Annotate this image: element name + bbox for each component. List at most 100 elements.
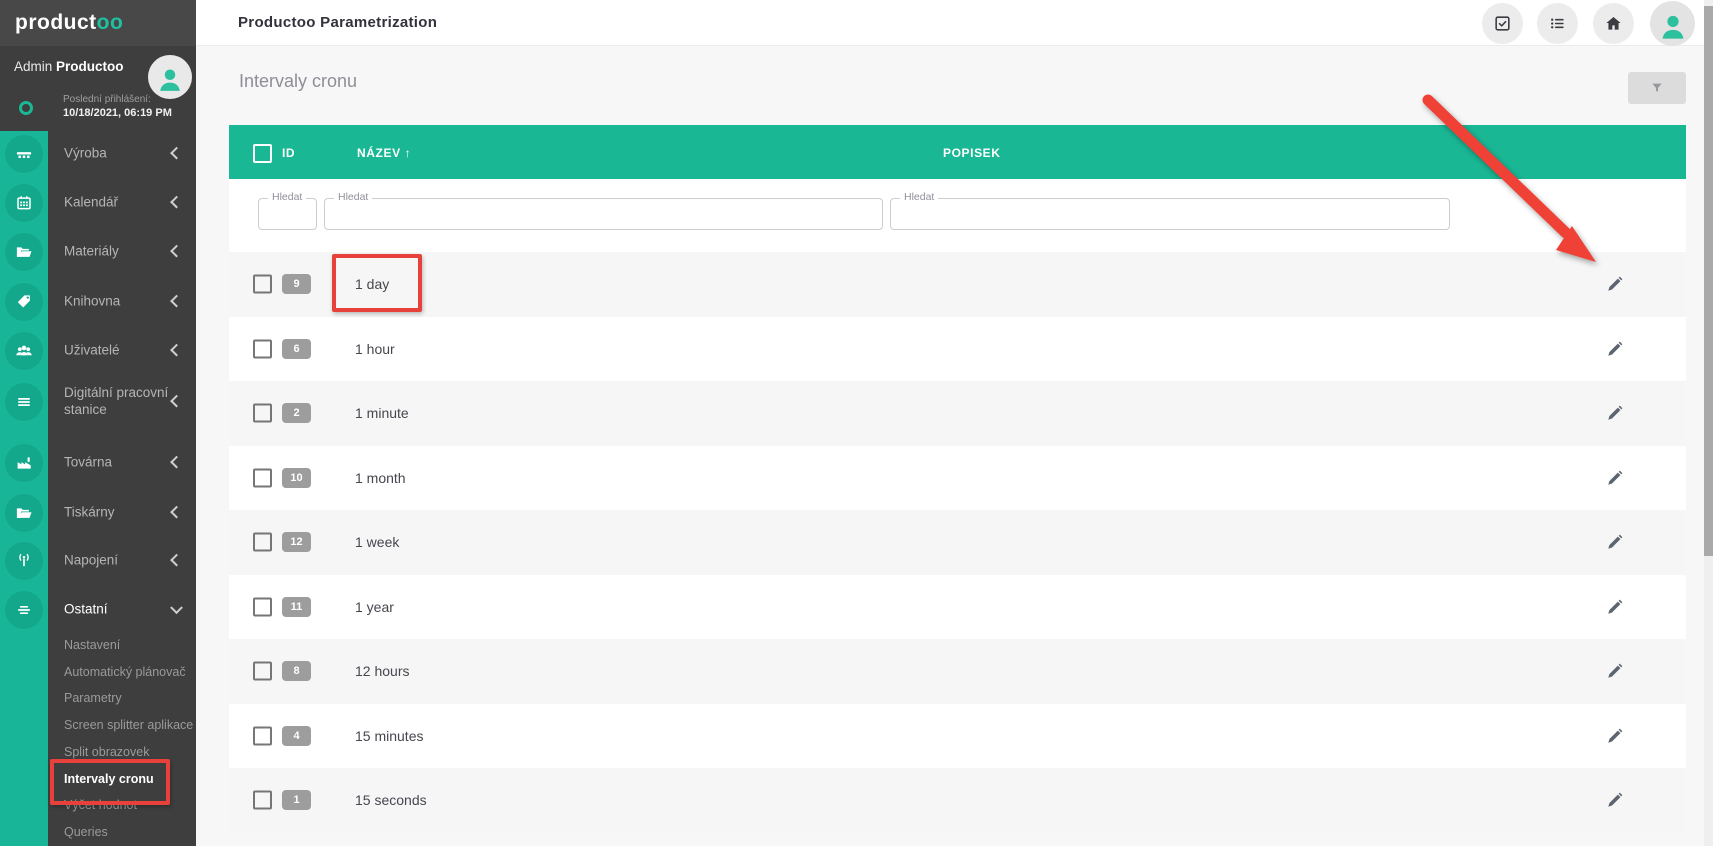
select-all-checkbox[interactable] (253, 144, 272, 163)
column-header-popisek[interactable]: POPISEK (943, 146, 1001, 160)
last-login-label: Poslední přihlášení: (63, 94, 151, 105)
sidebar-item-kalendar[interactable]: Kalendář (0, 183, 196, 223)
sidebar-item-icon-circle[interactable] (5, 383, 43, 421)
lines-icon (15, 393, 33, 411)
logo-text: product (15, 11, 97, 34)
sidebar-item-knihovna[interactable]: Knihovna (0, 282, 196, 322)
row-checkbox[interactable] (253, 468, 272, 487)
sidebar-item-napojeni[interactable]: Napojení (0, 541, 196, 581)
sidebar-item-icon-circle[interactable] (5, 444, 43, 482)
sidebar-item-uzivatele[interactable]: Uživatelé (0, 331, 196, 371)
row-name: 1 day (355, 276, 389, 292)
table-row[interactable]: 4 15 minutes (229, 704, 1686, 769)
vertical-scrollbar[interactable] (1704, 0, 1713, 846)
row-id-badge: 10 (282, 468, 311, 488)
chevron-icon (170, 456, 183, 469)
edit-pencil-icon[interactable] (1606, 340, 1624, 358)
column-header-nazev[interactable]: NÁZEV↑ (357, 146, 411, 160)
sidebar-item-icon-circle[interactable] (5, 494, 43, 532)
search-input-id[interactable] (268, 206, 311, 223)
column-header-id[interactable]: ID (282, 146, 295, 160)
main-content: Productoo Parametrization Intervaly cron… (196, 0, 1713, 846)
table-row[interactable]: 8 12 hours (229, 639, 1686, 704)
sidebar-item-ostatni[interactable]: Ostatní (0, 590, 196, 630)
antenna-icon (15, 552, 33, 570)
table-row[interactable]: 11 1 year (229, 575, 1686, 640)
row-name: 15 seconds (355, 792, 427, 808)
sidebar-subitem-queries[interactable]: Queries (64, 825, 108, 845)
edit-pencil-icon[interactable] (1606, 275, 1624, 293)
edit-pencil-icon[interactable] (1606, 727, 1624, 745)
row-checkbox[interactable] (253, 339, 272, 358)
page-heading: Intervaly cronu (239, 71, 357, 92)
table-row[interactable]: 10 1 month (229, 446, 1686, 511)
edit-pencil-icon[interactable] (1606, 469, 1624, 487)
edit-pencil-icon[interactable] (1606, 662, 1624, 680)
logo-text-accent: oo (97, 11, 124, 34)
table-row[interactable]: 12 1 week (229, 510, 1686, 575)
row-checkbox[interactable] (253, 533, 272, 552)
online-status-dot (19, 101, 33, 115)
sidebar-subitem-v-et-hodnot[interactable]: Výčet hodnot (64, 798, 137, 818)
row-id-badge: 6 (282, 339, 311, 359)
search-input-popisek[interactable] (900, 206, 1444, 223)
list-view-button[interactable] (1537, 3, 1578, 44)
home-button[interactable] (1593, 3, 1634, 44)
sidebar-subitem-automatick-pl-nova-[interactable]: Automatický plánovač (64, 665, 186, 685)
sidebar-item-digitalni-pracovni-stanice[interactable]: Digitální pracovní stanice (0, 382, 196, 422)
sidebar-item-icon-circle[interactable] (5, 542, 43, 580)
sidebar-item-icon-circle[interactable] (5, 135, 43, 173)
row-checkbox[interactable] (253, 404, 272, 423)
tasks-button[interactable] (1482, 3, 1523, 44)
sidebar-subitem-screen-splitter-aplikace[interactable]: Screen splitter aplikace (64, 718, 193, 738)
edit-pencil-icon[interactable] (1606, 598, 1624, 616)
sidebar-subitem-split-obrazovek[interactable]: Split obrazovek (64, 745, 149, 765)
row-checkbox[interactable] (253, 275, 272, 294)
table-row[interactable]: 2 1 minute (229, 381, 1686, 446)
row-checkbox[interactable] (253, 662, 272, 681)
sidebar-item-icon-circle[interactable] (5, 184, 43, 222)
sidebar-item-icon-circle[interactable] (5, 233, 43, 271)
list-icon (1548, 14, 1567, 33)
sidebar-item-tiskarny[interactable]: Tiskárny (0, 493, 196, 533)
table-search-row: Hledat Hledat Hledat (229, 179, 1686, 252)
row-id-badge: 2 (282, 403, 311, 423)
sidebar-subitem-parametry[interactable]: Parametry (64, 691, 122, 711)
task-check-icon (1493, 14, 1512, 33)
sidebar-item-vyroba[interactable]: Výroba (0, 134, 196, 174)
funnel-icon (1650, 81, 1664, 95)
profile-avatar-button[interactable] (1650, 1, 1695, 46)
search-field-id: Hledat (258, 198, 317, 230)
row-name: 1 hour (355, 341, 395, 357)
search-input-nazev[interactable] (334, 206, 877, 223)
chevron-icon (170, 344, 183, 357)
table-row[interactable]: 6 1 hour (229, 317, 1686, 382)
sidebar: productoo Admin Productoo Poslední přihl… (0, 0, 196, 846)
sidebar-item-icon-circle[interactable] (5, 283, 43, 321)
sidebar-subitem-intervaly-cronu[interactable]: Intervaly cronu (64, 772, 154, 792)
last-login-value: 10/18/2021, 06:19 PM (63, 107, 172, 119)
sidebar-item-icon-circle[interactable] (5, 332, 43, 370)
edit-pencil-icon[interactable] (1606, 533, 1624, 551)
row-checkbox[interactable] (253, 597, 272, 616)
sidebar-item-icon-circle[interactable] (5, 591, 43, 629)
row-checkbox[interactable] (253, 726, 272, 745)
row-id-badge: 4 (282, 726, 311, 746)
scrollbar-thumb[interactable] (1704, 6, 1713, 556)
user-avatar[interactable] (148, 55, 192, 99)
sidebar-subitem-nastaven-[interactable]: Nastavení (64, 638, 120, 658)
user-name: Admin Productoo (14, 59, 124, 74)
edit-pencil-icon[interactable] (1606, 404, 1624, 422)
search-field-popisek: Hledat (890, 198, 1450, 230)
table-row[interactable]: 9 1 day (229, 252, 1686, 317)
filter-button[interactable] (1628, 72, 1686, 104)
table-row[interactable]: 1 15 seconds (229, 768, 1686, 833)
row-checkbox[interactable] (253, 791, 272, 810)
sidebar-item-label: Továrna (64, 455, 170, 472)
edit-pencil-icon[interactable] (1606, 791, 1624, 809)
chevron-icon (170, 196, 183, 209)
sidebar-item-tovarna[interactable]: Továrna (0, 443, 196, 483)
productoo-logo[interactable]: productoo (15, 11, 123, 35)
sidebar-item-materialy[interactable]: Materiály (0, 232, 196, 272)
row-name: 15 minutes (355, 728, 423, 744)
